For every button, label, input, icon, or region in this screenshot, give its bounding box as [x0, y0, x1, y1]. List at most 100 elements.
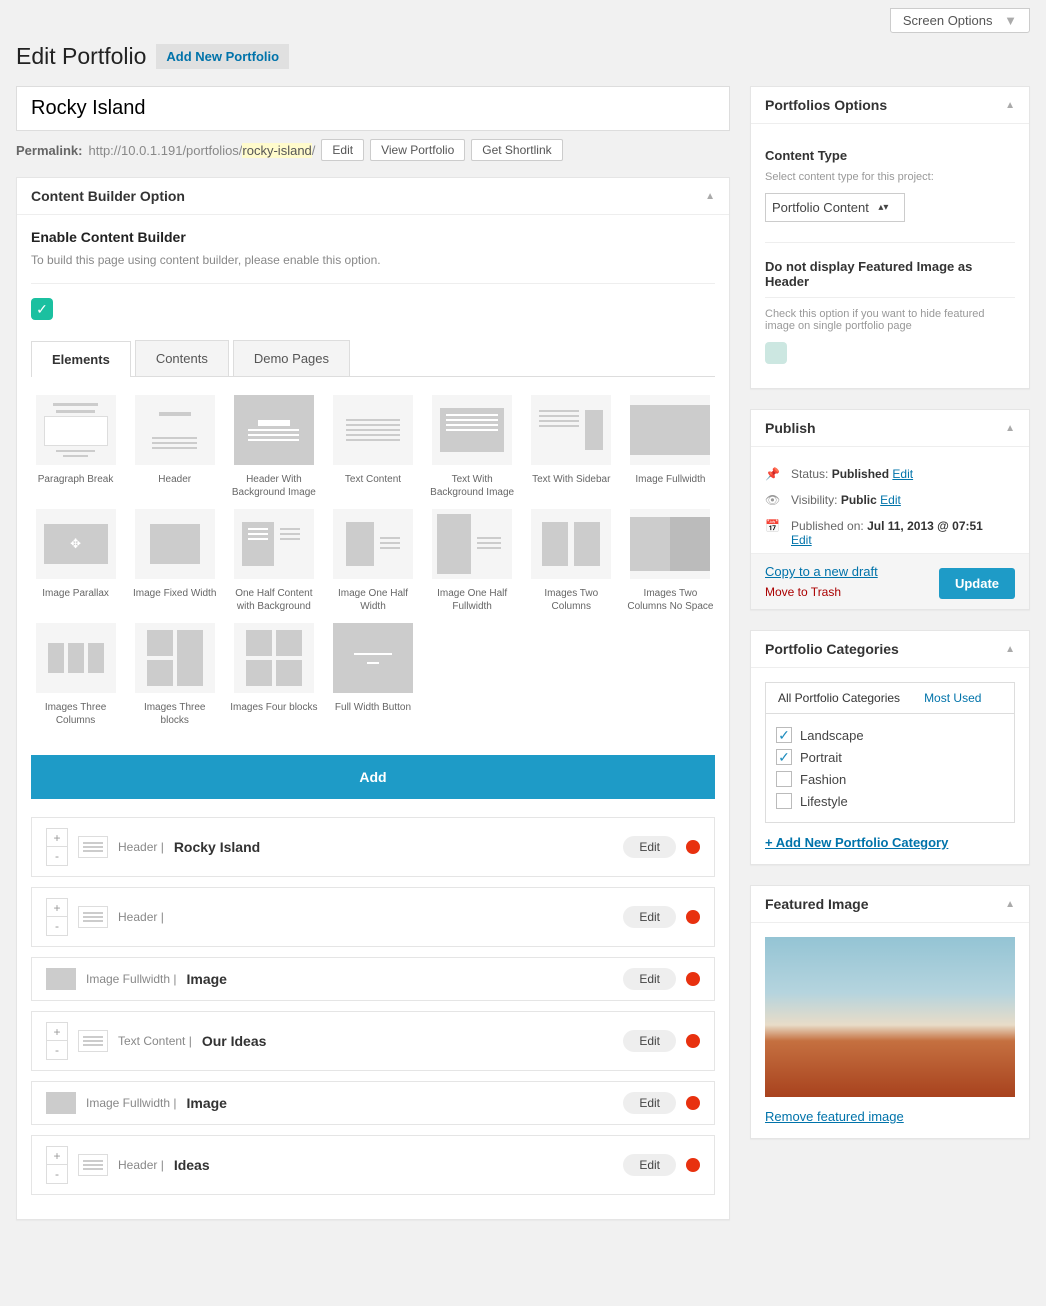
delete-block-button[interactable]: [686, 1034, 700, 1048]
category-label: Fashion: [800, 772, 846, 787]
edit-block-button[interactable]: Edit: [623, 906, 676, 928]
delete-block-button[interactable]: [686, 910, 700, 924]
collapse-icon[interactable]: ▲: [1005, 644, 1015, 655]
page-title: Edit Portfolio: [16, 43, 146, 70]
content-type-help: Select content type for this project:: [765, 171, 1015, 183]
content-block-row: +-Header |Rocky IslandEdit: [31, 817, 715, 877]
element-tile[interactable]: Images Three Columns: [31, 623, 120, 727]
category-label: Portrait: [800, 750, 842, 765]
permalink-edit-button[interactable]: Edit: [321, 139, 364, 161]
element-label: Text With Sidebar: [527, 473, 616, 499]
chevron-down-icon: ▼: [1004, 13, 1017, 28]
expand-button[interactable]: +: [47, 899, 67, 917]
collapse-icon[interactable]: ▲: [1005, 100, 1015, 111]
element-label: Image Fullwidth: [626, 473, 715, 499]
category-checkbox[interactable]: ✓: [776, 727, 792, 743]
delete-block-button[interactable]: [686, 840, 700, 854]
element-tile[interactable]: Text Content: [328, 395, 417, 499]
tab-most-used[interactable]: Most Used: [912, 683, 993, 713]
add-new-portfolio-button[interactable]: Add New Portfolio: [156, 44, 289, 69]
collapse-icon[interactable]: ▲: [1005, 423, 1015, 434]
hide-featured-checkbox[interactable]: [765, 342, 787, 364]
element-tile[interactable]: Image Fixed Width: [130, 509, 219, 613]
get-shortlink-button[interactable]: Get Shortlink: [471, 139, 562, 161]
element-tile[interactable]: ✥Image Parallax: [31, 509, 120, 613]
featured-image-thumbnail[interactable]: [765, 937, 1015, 1097]
enable-cb-checkbox[interactable]: ✓: [31, 298, 53, 320]
tab-elements[interactable]: Elements: [31, 341, 131, 377]
permalink-slug[interactable]: rocky-island: [242, 143, 311, 158]
content-block-row: Image Fullwidth |ImageEdit: [31, 1081, 715, 1125]
edit-block-button[interactable]: Edit: [623, 1154, 676, 1176]
edit-block-button[interactable]: Edit: [623, 968, 676, 990]
category-checkbox[interactable]: ✓: [776, 749, 792, 765]
collapse-button[interactable]: -: [47, 917, 67, 935]
element-tile[interactable]: Text With Background Image: [428, 395, 517, 499]
move-to-trash-link[interactable]: Move to Trash: [765, 585, 878, 599]
permalink-base: http://10.0.1.191/portfolios/: [88, 143, 242, 158]
edit-block-button[interactable]: Edit: [623, 1092, 676, 1114]
block-title: Image: [187, 1095, 227, 1111]
screen-options-button[interactable]: Screen Options ▼: [890, 8, 1030, 33]
view-portfolio-button[interactable]: View Portfolio: [370, 139, 465, 161]
add-category-link[interactable]: + Add New Portfolio Category: [765, 835, 1015, 850]
block-type-icon: [78, 836, 108, 858]
block-type-label: Header |: [118, 1158, 164, 1172]
collapse-button[interactable]: -: [47, 1165, 67, 1183]
block-type-label: Image Fullwidth |: [86, 972, 177, 986]
element-tile[interactable]: Header: [130, 395, 219, 499]
edit-visibility-link[interactable]: Edit: [880, 493, 901, 507]
edit-date-link[interactable]: Edit: [791, 533, 812, 547]
element-tile[interactable]: Header With Background Image: [229, 395, 318, 499]
element-label: Image Parallax: [31, 587, 120, 613]
block-type-icon: [78, 1154, 108, 1176]
element-tile[interactable]: Image One Half Width: [328, 509, 417, 613]
tab-contents[interactable]: Contents: [135, 340, 229, 376]
collapse-button[interactable]: -: [47, 1041, 67, 1059]
delete-block-button[interactable]: [686, 1096, 700, 1110]
content-block-row: +-Header |Edit: [31, 887, 715, 947]
delete-block-button[interactable]: [686, 1158, 700, 1172]
calendar-icon: 📅: [765, 519, 781, 533]
element-tile[interactable]: Image One Half Fullwidth: [428, 509, 517, 613]
element-label: Images Four blocks: [229, 701, 318, 727]
element-label: Text Content: [328, 473, 417, 499]
category-item: ✓Landscape: [776, 724, 1004, 746]
edit-block-button[interactable]: Edit: [623, 836, 676, 858]
element-label: Images Two Columns No Space: [626, 587, 715, 613]
add-block-button[interactable]: Add: [31, 755, 715, 799]
edit-block-button[interactable]: Edit: [623, 1030, 676, 1052]
element-tile[interactable]: Images Two Columns: [527, 509, 616, 613]
element-tile[interactable]: One Half Content with Background: [229, 509, 318, 613]
edit-status-link[interactable]: Edit: [892, 467, 913, 481]
tab-all-categories[interactable]: All Portfolio Categories: [766, 683, 912, 713]
category-checkbox[interactable]: [776, 771, 792, 787]
element-tile[interactable]: Text With Sidebar: [527, 395, 616, 499]
category-checkbox[interactable]: [776, 793, 792, 809]
block-type-icon: [46, 1092, 76, 1114]
delete-block-button[interactable]: [686, 972, 700, 986]
collapse-icon[interactable]: ▲: [1005, 899, 1015, 910]
element-tile[interactable]: Images Three blocks: [130, 623, 219, 727]
element-tile[interactable]: Images Two Columns No Space: [626, 509, 715, 613]
expand-button[interactable]: +: [47, 1023, 67, 1041]
remove-featured-image-link[interactable]: Remove featured image: [765, 1109, 1015, 1124]
portfolios-options-title: Portfolios Options: [765, 97, 887, 113]
collapse-button[interactable]: -: [47, 847, 67, 865]
copy-draft-link[interactable]: Copy to a new draft: [765, 564, 878, 579]
element-tile[interactable]: Full Width Button: [328, 623, 417, 727]
collapse-icon[interactable]: ▲: [705, 191, 715, 202]
content-type-select[interactable]: Portfolio Content ▴▾: [765, 193, 905, 222]
categories-metabox: Portfolio Categories ▲ All Portfolio Cat…: [750, 630, 1030, 865]
expand-button[interactable]: +: [47, 1147, 67, 1165]
post-title-input[interactable]: [16, 86, 730, 131]
tab-demo-pages[interactable]: Demo Pages: [233, 340, 350, 376]
block-title: Image: [187, 971, 227, 987]
element-label: Full Width Button: [328, 701, 417, 727]
expand-button[interactable]: +: [47, 829, 67, 847]
element-tile[interactable]: Images Four blocks: [229, 623, 318, 727]
element-label: Paragraph Break: [31, 473, 120, 499]
update-button[interactable]: Update: [939, 568, 1015, 599]
element-tile[interactable]: Paragraph Break: [31, 395, 120, 499]
element-tile[interactable]: Image Fullwidth: [626, 395, 715, 499]
